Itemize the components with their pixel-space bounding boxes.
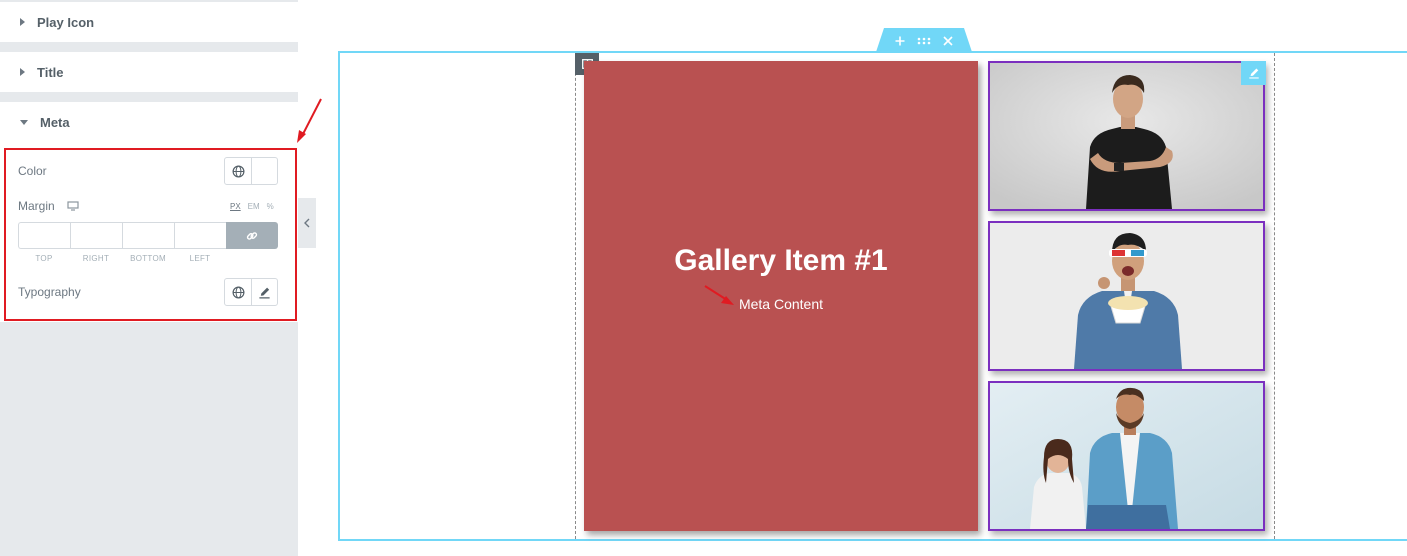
unit-percent[interactable]: % xyxy=(267,202,274,211)
section-label: Meta xyxy=(40,114,70,130)
section-play-icon[interactable]: Play Icon xyxy=(0,2,298,42)
caret-down-icon xyxy=(20,120,28,125)
section-meta[interactable]: Meta xyxy=(0,102,298,142)
chevron-left-icon xyxy=(304,218,310,228)
column-guide-right xyxy=(1274,53,1275,539)
margin-dimensions xyxy=(18,222,278,249)
global-typography-button[interactable] xyxy=(225,279,251,305)
column-guide-left xyxy=(575,53,576,539)
pencil-icon xyxy=(259,287,270,298)
link-icon xyxy=(246,231,258,240)
dimension-label-top: TOP xyxy=(35,254,53,263)
drag-grid-icon xyxy=(917,37,931,45)
global-color-button[interactable] xyxy=(225,158,251,184)
dimension-label-bottom: BOTTOM xyxy=(130,254,166,263)
margin-label: Margin xyxy=(18,199,55,213)
desktop-icon[interactable] xyxy=(67,201,79,211)
dimension-label-left: LEFT xyxy=(189,254,211,263)
gallery-item-thumbnail-2[interactable] xyxy=(988,221,1265,371)
typography-control xyxy=(224,278,278,306)
panel-collapse-toggle[interactable] xyxy=(298,198,316,248)
gallery-item-meta: Meta Content xyxy=(738,296,824,312)
gallery-item-thumbnail-3[interactable] xyxy=(988,381,1265,531)
margin-dimension-labels: TOP RIGHT BOTTOM LEFT xyxy=(18,254,226,263)
unit-px[interactable]: PX xyxy=(230,202,241,211)
gallery-item-thumbnail-1[interactable] xyxy=(988,61,1265,211)
section-handle xyxy=(876,28,972,52)
section-title[interactable]: Title xyxy=(0,52,298,92)
close-icon xyxy=(943,36,953,46)
margin-left-input[interactable] xyxy=(174,222,226,249)
man-checking-watch-image xyxy=(990,63,1263,209)
gallery-item-featured[interactable]: Gallery Item #1 Meta Content xyxy=(584,61,978,531)
man-with-popcorn-image xyxy=(990,223,1263,369)
unit-em[interactable]: EM xyxy=(248,202,260,211)
margin-right-input[interactable] xyxy=(70,222,122,249)
editor-panel: Play Icon Title Meta Color Margin PX EM … xyxy=(0,0,298,556)
section-label: Play Icon xyxy=(37,14,95,30)
dimension-label-right: RIGHT xyxy=(82,254,110,263)
father-and-daughter-image xyxy=(990,383,1263,529)
globe-icon xyxy=(232,286,244,298)
unit-switcher: PX EM % xyxy=(230,202,274,211)
typography-label: Typography xyxy=(18,285,81,299)
margin-bottom-input[interactable] xyxy=(122,222,174,249)
link-values-button[interactable] xyxy=(226,222,278,249)
color-control xyxy=(224,157,278,185)
margin-top-input[interactable] xyxy=(18,222,70,249)
color-label: Color xyxy=(18,164,47,178)
caret-right-icon xyxy=(20,18,25,26)
caret-right-icon xyxy=(20,68,25,76)
gallery-item-title: Gallery Item #1 xyxy=(674,244,888,277)
plus-icon xyxy=(895,36,905,46)
delete-section-button[interactable] xyxy=(943,36,953,46)
edit-widget-button[interactable] xyxy=(1241,61,1266,85)
section-label: Title xyxy=(37,64,64,80)
color-picker-swatch[interactable] xyxy=(251,158,277,184)
globe-icon xyxy=(232,165,244,177)
edit-typography-button[interactable] xyxy=(251,279,277,305)
add-section-button[interactable] xyxy=(895,36,905,46)
pencil-icon xyxy=(1248,68,1259,79)
drag-section-handle[interactable] xyxy=(917,37,931,45)
